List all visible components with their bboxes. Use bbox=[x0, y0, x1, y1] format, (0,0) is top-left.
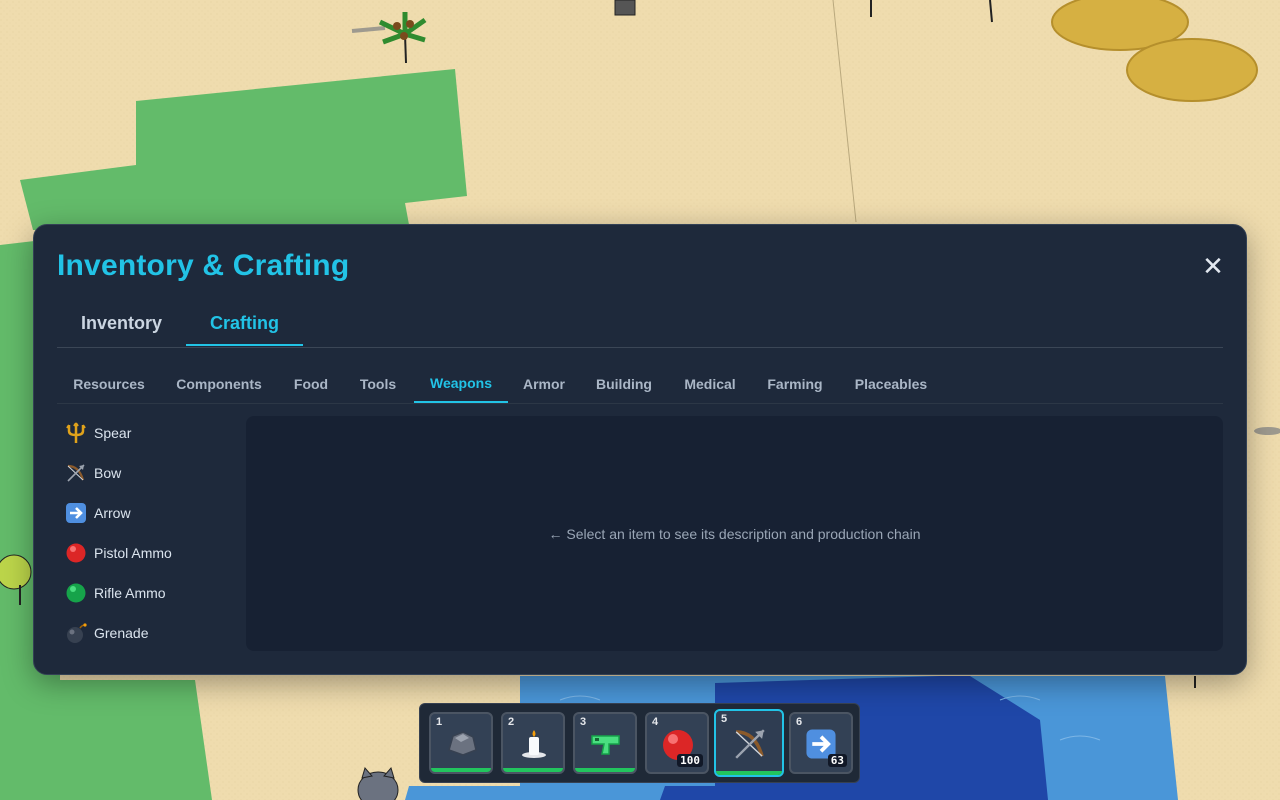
hotbar-slot-1[interactable]: 1 bbox=[429, 712, 493, 774]
arrow-right-icon bbox=[66, 503, 86, 523]
slot-number: 1 bbox=[436, 716, 443, 728]
recipe-item-label: Bow bbox=[94, 465, 122, 481]
durability-bar bbox=[503, 768, 563, 772]
recipe-item-label: Arrow bbox=[94, 505, 131, 521]
hotbar-slot-5[interactable]: 5 bbox=[714, 709, 784, 777]
bow-icon bbox=[735, 729, 765, 759]
water-pistol-icon bbox=[591, 735, 620, 755]
inventory-crafting-panel: Inventory & Crafting ✕ Inventory Craftin… bbox=[33, 224, 1247, 675]
tab-components[interactable]: Components bbox=[162, 363, 276, 403]
slot-number: 6 bbox=[796, 716, 803, 728]
hotbar-slot-3[interactable]: 3 bbox=[573, 712, 637, 774]
tab-crafting[interactable]: Crafting bbox=[186, 302, 303, 346]
panel-title: Inventory & Crafting bbox=[57, 249, 350, 282]
recipe-item-rifle-ammo[interactable]: Rifle Ammo bbox=[57, 578, 227, 608]
bow-icon bbox=[67, 464, 85, 482]
select-item-hint: ← Select an item to see its description … bbox=[548, 526, 921, 542]
rock-icon bbox=[448, 731, 477, 756]
hotbar-slot-4[interactable]: 4 100 bbox=[645, 712, 709, 774]
trident-icon bbox=[66, 422, 86, 443]
tab-farming[interactable]: Farming bbox=[756, 363, 834, 403]
recipe-item-arrow[interactable]: Arrow bbox=[57, 498, 227, 528]
slot-number: 4 bbox=[652, 716, 659, 728]
tab-armor[interactable]: Armor bbox=[513, 363, 575, 403]
recipe-item-bow[interactable]: Bow bbox=[57, 458, 227, 488]
durability-bar bbox=[716, 771, 782, 775]
slot-number: 3 bbox=[580, 716, 587, 728]
tab-resources[interactable]: Resources bbox=[57, 363, 161, 403]
tab-placeables[interactable]: Placeables bbox=[843, 363, 939, 403]
tab-weapons[interactable]: Weapons bbox=[414, 363, 508, 403]
slot-number: 5 bbox=[721, 713, 728, 725]
recipe-list: Spear Bow Arrow Pistol Ammo Rifle Ammo G… bbox=[57, 415, 227, 655]
recipe-item-grenade[interactable]: Grenade bbox=[57, 618, 227, 648]
hotbar: 1 2 3 4 100 5 6 63 bbox=[419, 703, 860, 783]
tab-food[interactable]: Food bbox=[282, 363, 340, 403]
item-count: 63 bbox=[827, 754, 847, 767]
tab-tools[interactable]: Tools bbox=[347, 363, 409, 403]
recipe-item-spear[interactable]: Spear bbox=[57, 418, 227, 448]
hotbar-slot-2[interactable]: 2 bbox=[501, 712, 565, 774]
recipe-detail-pane: ← Select an item to see its description … bbox=[246, 416, 1223, 651]
category-tabs: Resources Components Food Tools Weapons … bbox=[57, 363, 1223, 404]
tab-building[interactable]: Building bbox=[583, 363, 665, 403]
durability-bar bbox=[575, 768, 635, 772]
item-count: 100 bbox=[677, 754, 703, 767]
slot-number: 2 bbox=[508, 716, 515, 728]
recipe-item-pistol-ammo[interactable]: Pistol Ammo bbox=[57, 538, 227, 568]
hotbar-slot-6[interactable]: 6 63 bbox=[789, 712, 853, 774]
tab-medical[interactable]: Medical bbox=[672, 363, 748, 403]
recipe-item-label: Spear bbox=[94, 425, 132, 441]
tab-inventory[interactable]: Inventory bbox=[57, 302, 186, 346]
close-icon[interactable]: ✕ bbox=[1202, 253, 1224, 279]
green-circle-icon bbox=[66, 583, 86, 603]
recipe-item-label: Pistol Ammo bbox=[94, 545, 172, 561]
main-tabs: Inventory Crafting bbox=[57, 302, 1223, 348]
bomb-icon bbox=[67, 623, 87, 643]
red-circle-icon bbox=[66, 543, 86, 563]
durability-bar bbox=[431, 768, 491, 772]
wolf-creature bbox=[357, 766, 399, 800]
candle-icon bbox=[522, 730, 546, 758]
recipe-item-label: Rifle Ammo bbox=[94, 585, 166, 601]
recipe-item-label: Grenade bbox=[94, 625, 149, 641]
